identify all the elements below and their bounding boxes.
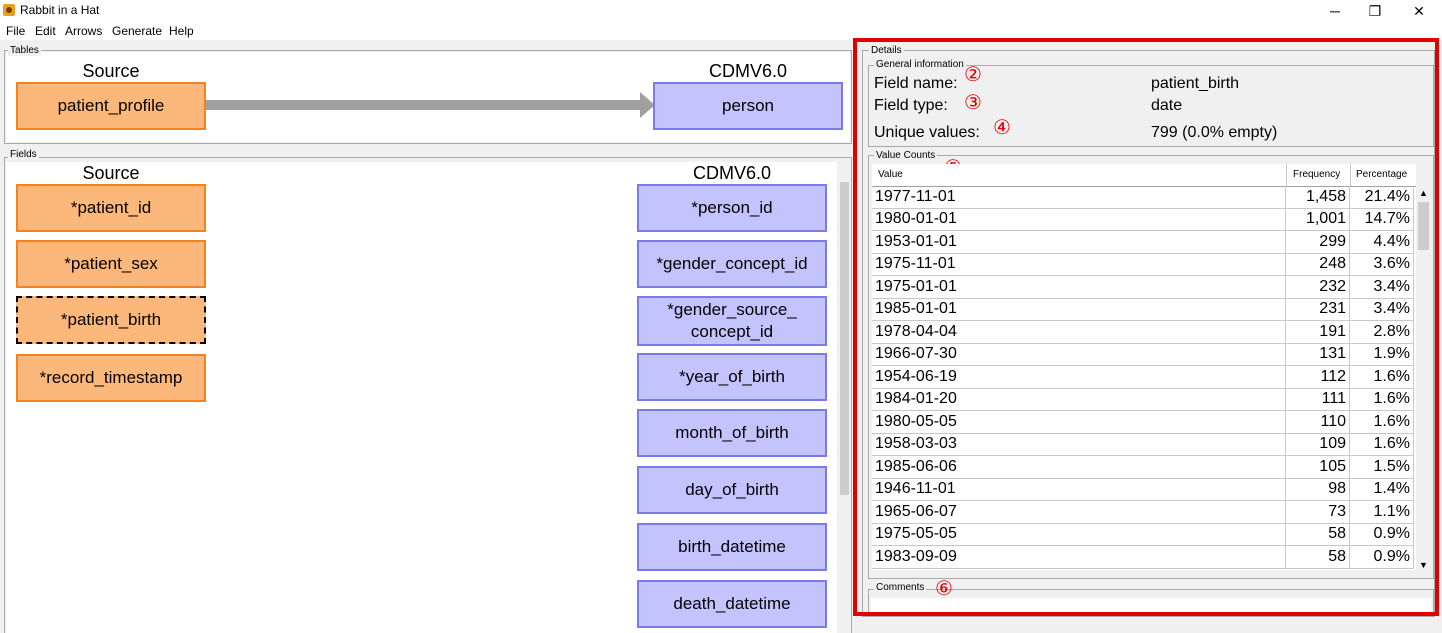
source-field-patient-birth[interactable]: *patient_birth bbox=[16, 296, 206, 344]
target-field-year-of-birth[interactable]: *year_of_birth bbox=[637, 353, 827, 401]
source-field-patient-sex[interactable]: *patient_sex bbox=[16, 240, 206, 288]
fields-target-header: CDMV6.0 bbox=[692, 163, 772, 183]
fields-panel-title: Fields bbox=[8, 149, 39, 160]
table-arrow[interactable] bbox=[205, 92, 655, 118]
target-field-person-id[interactable]: *person_id bbox=[637, 184, 827, 232]
close-button[interactable]: ✕ bbox=[1396, 0, 1442, 22]
source-field-patient-id[interactable]: *patient_id bbox=[16, 184, 206, 232]
target-field-birth-datetime[interactable]: birth_datetime bbox=[637, 523, 827, 571]
target-field-death-datetime[interactable]: death_datetime bbox=[637, 580, 827, 628]
source-field-record-timestamp[interactable]: *record_timestamp bbox=[16, 354, 206, 402]
target-field-gender-source-concept-id[interactable]: *gender_source_ concept_id bbox=[637, 296, 827, 346]
maximize-button[interactable]: ❐ bbox=[1352, 0, 1398, 22]
target-table-person[interactable]: person bbox=[653, 82, 843, 130]
details-highlight-frame bbox=[853, 38, 1439, 616]
fields-scroll-thumb[interactable] bbox=[840, 182, 849, 495]
target-field-day-of-birth[interactable]: day_of_birth bbox=[637, 466, 827, 514]
fields-scrollbar[interactable] bbox=[838, 162, 851, 633]
fields-source-header: Source bbox=[82, 163, 140, 183]
target-field-month-of-birth[interactable]: month_of_birth bbox=[637, 409, 827, 457]
target-field-gender-concept-id[interactable]: *gender_concept_id bbox=[637, 240, 827, 288]
source-table-patient-profile[interactable]: patient_profile bbox=[16, 82, 206, 130]
